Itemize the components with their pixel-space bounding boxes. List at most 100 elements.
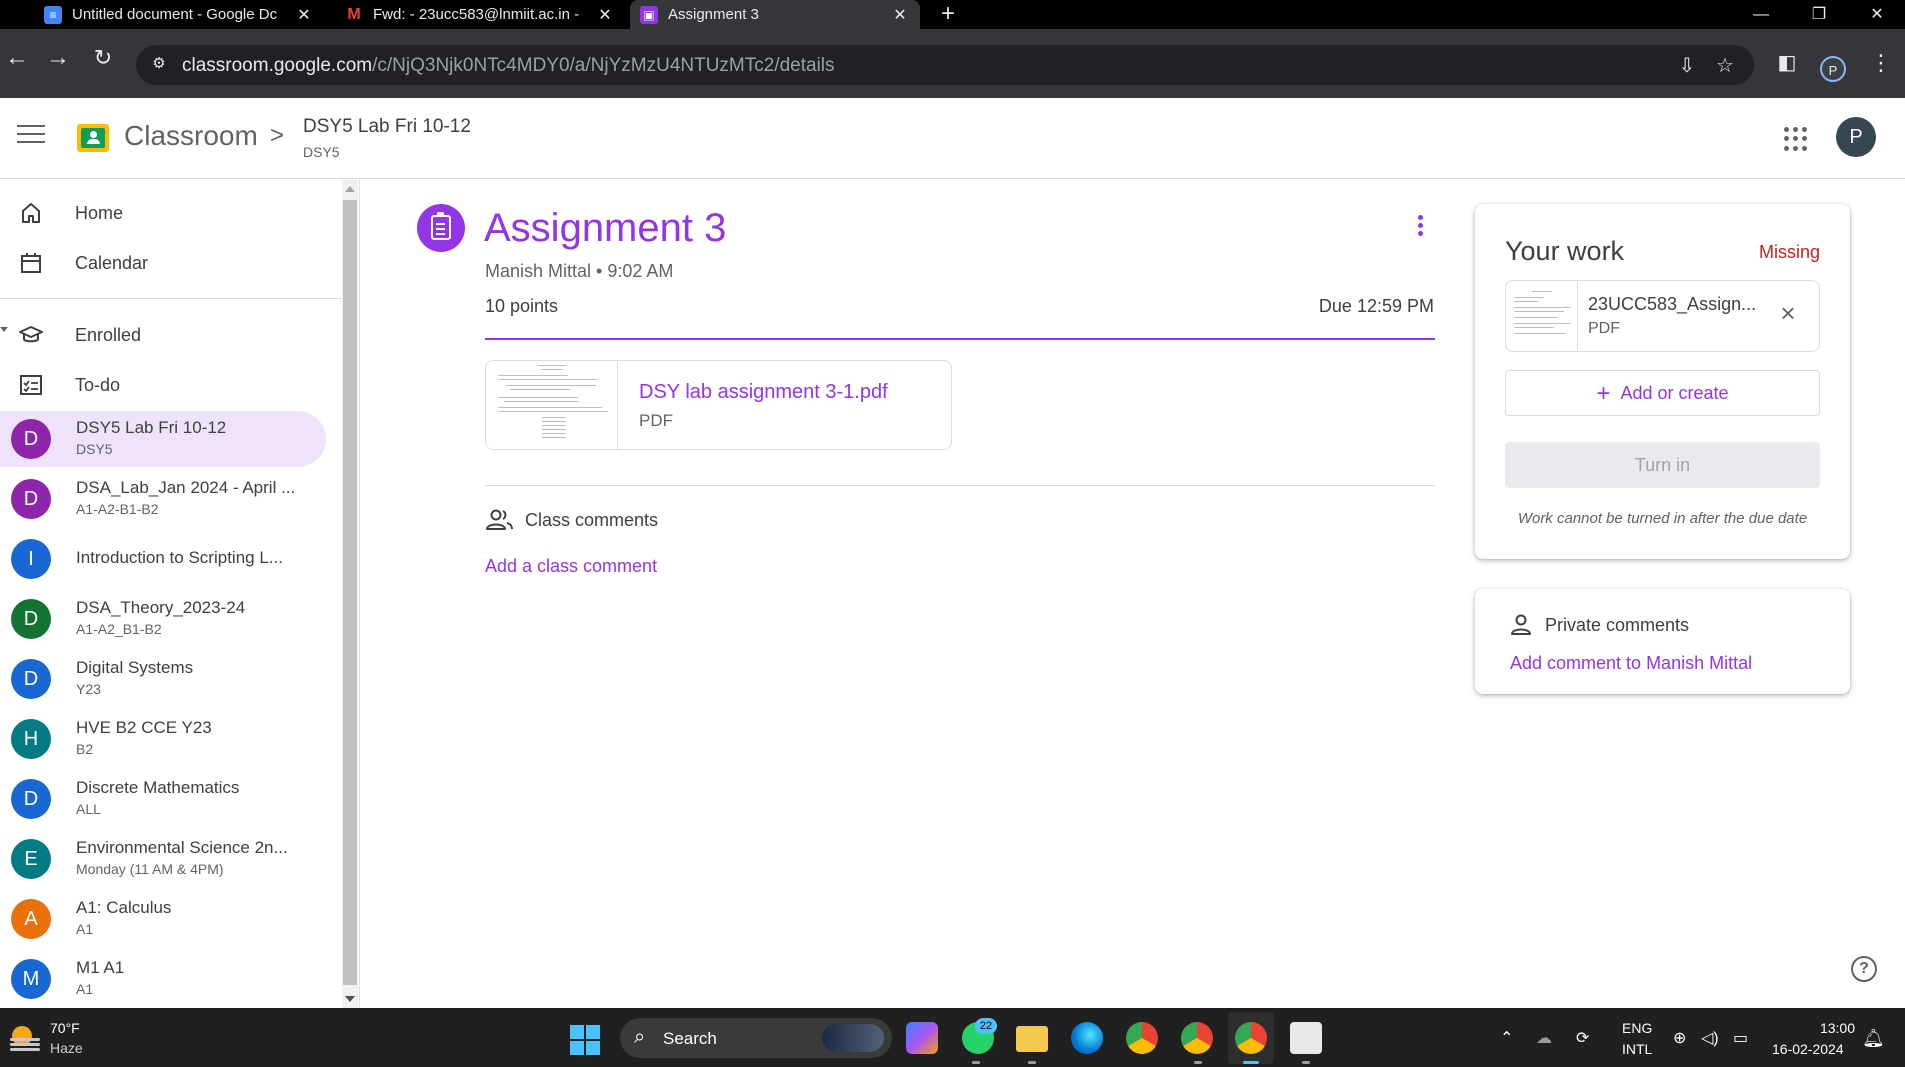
close-icon[interactable]: ✕ — [890, 5, 910, 25]
sidebar-item-todo[interactable]: To-do — [0, 360, 326, 410]
class-name: Discrete Mathematics — [76, 778, 240, 797]
onedrive-cloud-icon[interactable]: ☁ — [1536, 1028, 1552, 1048]
sidebar-class-dsy5-lab[interactable]: D DSY5 Lab Fri 10-12 DSY5 — [0, 411, 326, 467]
tab-gmail[interactable]: M Fwd: - 23ucc583@lnmiit.ac.in - ✕ — [335, 0, 625, 29]
chrome-icon[interactable] — [1126, 1022, 1158, 1054]
volume-icon[interactable]: ◁) — [1701, 1028, 1719, 1048]
chrome-menu-icon[interactable]: ⋮ — [1866, 45, 1896, 81]
notification-bell-icon[interactable]: 🔔︎ — [1862, 1028, 1885, 1049]
header-divider — [485, 338, 1435, 340]
turn-in-button[interactable]: Turn in — [1505, 442, 1820, 488]
google-apps-icon[interactable] — [1784, 127, 1808, 151]
attachment-name[interactable]: DSY lab assignment 3-1.pdf — [639, 381, 888, 404]
sidebar-item-enrolled[interactable]: Enrolled — [0, 310, 326, 360]
sync-icon[interactable]: ⟳ — [1576, 1028, 1589, 1048]
app-name[interactable]: Classroom — [124, 120, 258, 152]
file-explorer-icon[interactable] — [1016, 1026, 1048, 1052]
chrome-profile-icon[interactable] — [1181, 1022, 1213, 1054]
add-class-comment-link[interactable]: Add a class comment — [485, 556, 657, 577]
class-avatar: M — [11, 959, 51, 999]
tab-assignment[interactable]: ▣ Assignment 3 ✕ — [630, 0, 920, 29]
side-panel-icon[interactable]: ◧ — [1772, 45, 1802, 81]
submitted-file-card[interactable]: 23UCC583_Assign... PDF × — [1505, 280, 1820, 352]
input-layout[interactable]: INTL — [1622, 1041, 1652, 1057]
active-indicator — [1243, 1061, 1259, 1064]
back-icon[interactable]: ← — [0, 41, 34, 75]
close-window-icon[interactable]: ✕ — [1849, 0, 1905, 29]
breadcrumb-class-title[interactable]: DSY5 Lab Fri 10-12 — [303, 116, 471, 138]
input-language[interactable]: ENG — [1622, 1020, 1652, 1036]
reload-icon[interactable]: ↻ — [86, 41, 120, 75]
sidebar-class-m1[interactable]: M M1 A1 A1 — [0, 951, 326, 1007]
scroll-up-icon[interactable] — [345, 186, 355, 192]
sidebar-item-home[interactable]: Home — [0, 188, 326, 238]
sidebar-class-discrete-math[interactable]: D Discrete Mathematics ALL — [0, 771, 326, 827]
pdf-thumbnail — [486, 361, 618, 449]
docs-icon: ≡ — [44, 5, 62, 24]
tab-title: Assignment 3 — [668, 6, 759, 23]
tab-google-docs[interactable]: ≡ Untitled document - Google Dc ✕ — [34, 0, 324, 29]
add-private-comment-link[interactable]: Add comment to Manish Mittal — [1510, 653, 1752, 674]
sidebar-item-calendar[interactable]: Calendar — [0, 238, 326, 288]
browser-profile-avatar[interactable]: P — [1820, 56, 1846, 82]
chrome-active-icon[interactable] — [1235, 1022, 1267, 1054]
more-options-icon[interactable] — [1408, 215, 1432, 243]
class-comments-label: Class comments — [525, 510, 659, 530]
plus-icon: + — [1596, 380, 1611, 407]
sidebar-item-label: Enrolled — [75, 324, 142, 345]
scrollbar-thumb[interactable] — [343, 200, 357, 985]
breadcrumb-class-section: DSY5 — [303, 144, 340, 160]
class-section: A1 — [76, 981, 94, 997]
assignment-meta: Manish Mittal • 9:02 AM — [485, 261, 674, 281]
sidebar-class-env-science[interactable]: E Environmental Science 2n... Monday (11… — [0, 831, 326, 887]
weather-haze-icon[interactable] — [10, 1024, 40, 1052]
assignment-due: Due 12:59 PM — [1318, 296, 1434, 316]
class-name: A1: Calculus — [76, 898, 172, 917]
remove-file-icon[interactable]: × — [1775, 300, 1801, 326]
turn-in-note: Work cannot be turned in after the due d… — [1517, 510, 1808, 527]
snipping-tool-icon[interactable] — [1290, 1022, 1322, 1054]
main-menu-icon[interactable] — [17, 125, 45, 149]
sidebar-class-calculus[interactable]: A A1: Calculus A1 — [0, 891, 326, 947]
scroll-down-icon[interactable] — [345, 996, 355, 1002]
sidebar-class-dsa-theory[interactable]: D DSA_Theory_2023-24 A1-A2_B1-B2 — [0, 591, 326, 647]
weather-temperature[interactable]: 70°F — [50, 1020, 80, 1036]
start-windows-icon[interactable] — [570, 1025, 600, 1055]
network-globe-icon[interactable]: ⊕ — [1673, 1028, 1686, 1048]
forward-icon[interactable]: → — [41, 41, 75, 75]
site-info-icon[interactable]: ⚙ — [148, 54, 170, 76]
author-name: Manish Mittal — [485, 261, 592, 281]
chevron-up-icon[interactable]: ⌃ — [1500, 1028, 1513, 1048]
private-comments-card: Private comments Add comment to Manish M… — [1475, 589, 1850, 694]
clock-time[interactable]: 13:00 — [1815, 1020, 1855, 1036]
battery-icon[interactable]: ▭ — [1733, 1028, 1748, 1048]
help-icon[interactable]: ? — [1851, 956, 1877, 982]
class-name: Introduction to Scripting L... — [76, 548, 283, 567]
close-icon[interactable]: ✕ — [595, 5, 615, 25]
sidebar-class-dsa-lab[interactable]: D DSA_Lab_Jan 2024 - April ... A1-A2-B1-… — [0, 471, 326, 527]
add-or-create-button[interactable]: + Add or create — [1505, 370, 1820, 416]
attachment-card[interactable]: DSY lab assignment 3-1.pdf PDF — [485, 360, 952, 450]
install-app-icon[interactable]: ⇩ — [1674, 53, 1700, 77]
weather-condition[interactable]: Haze — [50, 1040, 83, 1056]
copilot-icon[interactable] — [906, 1022, 938, 1054]
minimize-icon[interactable]: — — [1733, 0, 1789, 29]
clock-date[interactable]: 16-02-2024 — [1772, 1041, 1844, 1057]
sidebar-class-digital-systems[interactable]: D Digital Systems Y23 — [0, 651, 326, 707]
class-name: DSA_Theory_2023-24 — [76, 598, 246, 617]
classroom-logo-icon[interactable] — [77, 124, 109, 152]
url-text[interactable]: classroom.google.com/c/NjQ3Njk0NTc4MDY0/… — [182, 55, 835, 77]
restore-icon[interactable]: ❐ — [1791, 0, 1847, 29]
account-avatar[interactable]: P — [1836, 117, 1876, 157]
search-highlight-image — [822, 1024, 884, 1052]
sidebar-class-scripting[interactable]: I Introduction to Scripting L... — [0, 531, 326, 587]
sidebar-item-label: Home — [75, 202, 124, 223]
edge-icon[interactable] — [1071, 1022, 1103, 1054]
sidebar-scrollbar[interactable] — [342, 180, 358, 1008]
address-bar[interactable]: ⚙ classroom.google.com/c/NjQ3Njk0NTc4MDY… — [136, 45, 1754, 85]
bookmark-star-icon[interactable]: ☆ — [1712, 53, 1738, 77]
sidebar-class-hve[interactable]: H HVE B2 CCE Y23 B2 — [0, 711, 326, 767]
new-tab-button[interactable]: + — [936, 0, 960, 29]
close-icon[interactable]: ✕ — [294, 5, 314, 25]
taskbar-search[interactable]: ⌕ Search — [620, 1018, 892, 1058]
